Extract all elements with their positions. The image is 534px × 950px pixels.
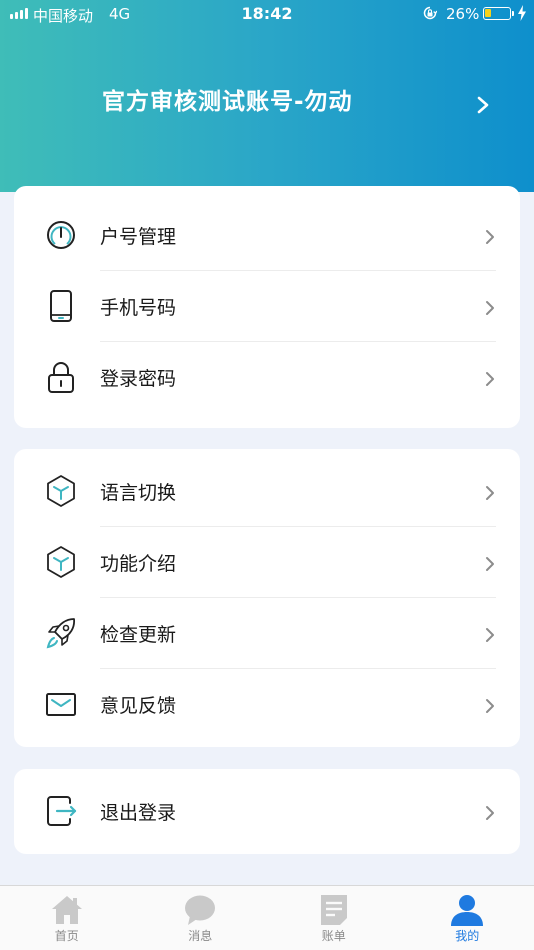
charging-bolt-icon xyxy=(518,5,526,21)
home-icon xyxy=(51,896,82,924)
chevron-right-icon xyxy=(486,301,494,315)
app-settings-card: 语言切换 功能介绍 检查更新 意见反馈 xyxy=(14,449,520,747)
lock-icon xyxy=(48,362,74,393)
chevron-right-icon xyxy=(486,230,494,244)
tab-label: 我的 xyxy=(455,929,480,943)
dial-gauge-icon xyxy=(47,221,75,249)
chevron-right-icon xyxy=(486,699,494,713)
battery-percent: 26% xyxy=(446,5,480,23)
cube-icon xyxy=(47,546,75,578)
chevron-right-icon xyxy=(486,486,494,500)
menu-item-label: 登录密码 xyxy=(100,368,177,390)
battery-icon xyxy=(483,7,514,20)
menu-item-label: 户号管理 xyxy=(100,226,177,248)
tab-label: 账单 xyxy=(321,929,346,943)
menu-item-feedback[interactable]: 意见反馈 xyxy=(14,669,520,740)
account-settings-card: 户号管理 手机号码 登录密码 xyxy=(14,186,520,428)
logout-icon xyxy=(47,796,77,826)
rocket-icon xyxy=(46,618,75,649)
tab-mine[interactable]: 我的 xyxy=(401,886,534,950)
menu-item-label: 功能介绍 xyxy=(100,553,177,575)
account-name: 官方审核测试账号-勿动 xyxy=(102,89,353,115)
chevron-right-icon xyxy=(486,628,494,642)
tab-bills[interactable]: 账单 xyxy=(267,886,401,950)
menu-item-login-password[interactable]: 登录密码 xyxy=(14,342,520,413)
menu-item-features[interactable]: 功能介绍 xyxy=(14,527,520,598)
account-entry[interactable]: 官方审核测试账号-勿动 xyxy=(0,72,534,122)
tab-label: 消息 xyxy=(188,929,213,943)
menu-item-label: 意见反馈 xyxy=(100,695,177,717)
cube-icon xyxy=(47,475,75,507)
menu-item-label: 检查更新 xyxy=(100,624,177,646)
tab-messages[interactable]: 消息 xyxy=(134,886,268,950)
message-bubble-icon xyxy=(185,895,216,925)
bill-icon xyxy=(320,895,347,925)
menu-item-label: 语言切换 xyxy=(100,482,177,504)
menu-item-logout[interactable]: 退出登录 xyxy=(14,776,520,847)
rotation-lock-icon xyxy=(423,6,437,20)
menu-item-label: 手机号码 xyxy=(100,297,177,319)
status-bar: 中国移动 4G 18:42 26% xyxy=(0,0,534,28)
mail-icon xyxy=(46,693,76,716)
user-icon xyxy=(451,895,484,926)
chevron-right-icon xyxy=(477,96,489,114)
chevron-right-icon xyxy=(486,372,494,386)
menu-item-language[interactable]: 语言切换 xyxy=(14,456,520,527)
menu-item-account-number[interactable]: 户号管理 xyxy=(14,200,520,271)
mobile-phone-icon xyxy=(50,290,72,322)
bottom-tab-bar: 首页 消息 账单 我的 xyxy=(0,885,534,950)
chevron-right-icon xyxy=(486,806,494,820)
logout-card: 退出登录 xyxy=(14,769,520,854)
tab-home[interactable]: 首页 xyxy=(0,886,134,950)
menu-item-phone-number[interactable]: 手机号码 xyxy=(14,271,520,342)
battery-level xyxy=(485,9,491,17)
chevron-right-icon xyxy=(486,557,494,571)
tab-label: 首页 xyxy=(54,929,79,943)
menu-item-check-update[interactable]: 检查更新 xyxy=(14,598,520,669)
menu-item-label: 退出登录 xyxy=(100,802,177,824)
